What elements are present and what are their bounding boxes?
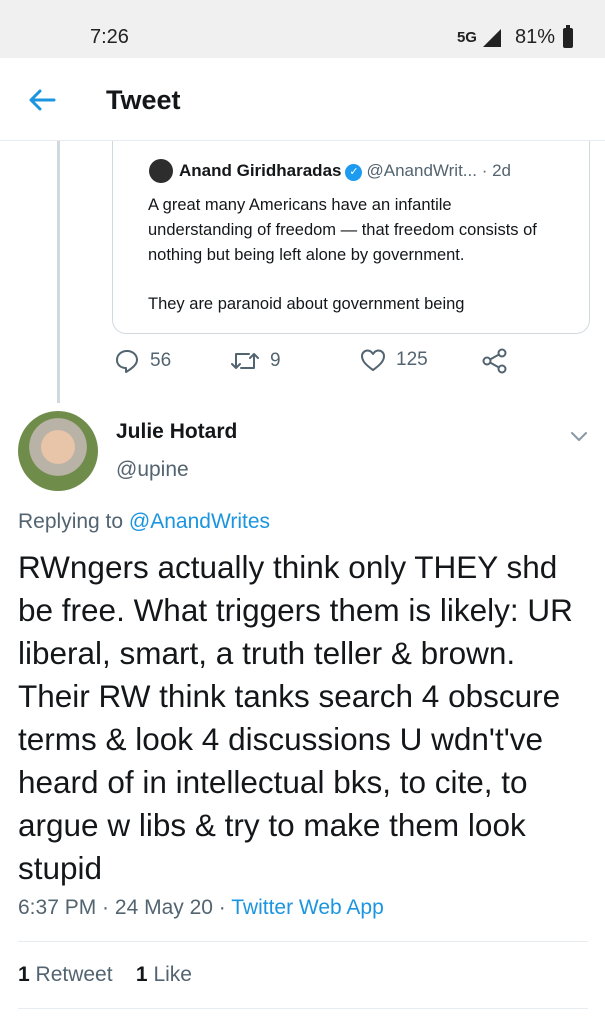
signal-icon	[482, 28, 501, 47]
tweet-text: RWngers actually think only THEY shd be …	[18, 549, 573, 886]
thread-connector	[57, 141, 60, 403]
engagement-counts: 1 Retweet 1 Like	[18, 963, 192, 987]
tweet-meta: 6:37 PM · 24 May 20 · Twitter Web App	[18, 896, 384, 919]
quoted-author-handle: @AnandWrit...	[366, 161, 477, 180]
reply-action[interactable]: 56	[114, 348, 171, 374]
replying-prefix: Replying to	[18, 510, 124, 533]
tweet-source-link[interactable]: Twitter Web App	[231, 896, 384, 919]
page-title: Tweet	[106, 85, 181, 115]
quoted-author-name: Anand Giridharadas	[179, 161, 342, 180]
verified-badge-icon: ✓	[345, 164, 363, 181]
likes-stat[interactable]: 1 Like	[136, 963, 192, 986]
author-name[interactable]: Julie Hotard	[116, 420, 237, 444]
share-icon	[482, 348, 507, 374]
chevron-down-icon	[571, 432, 587, 441]
quoted-tweet-age: · 2d	[481, 161, 511, 180]
back-button[interactable]	[26, 86, 58, 114]
retweet-action[interactable]: 9	[230, 348, 281, 374]
network-type: 5G	[456, 29, 477, 46]
quoted-tweet-card[interactable]: Anand Giridharadas ✓ @AnandWrit... · 2d A …	[112, 141, 590, 334]
reply-count: 56	[150, 350, 172, 371]
like-stat-label: Like	[153, 963, 192, 986]
like-count: 125	[396, 349, 428, 370]
quoted-header: Anand Giridharadas ✓ @AnandWrit... · 2d	[179, 161, 511, 181]
status-indicators: 5G 81%	[456, 24, 573, 49]
replying-to: Replying to @AnandWrites	[18, 510, 270, 534]
tweet-menu-button[interactable]	[568, 425, 590, 447]
battery-icon	[563, 24, 573, 48]
replying-to-link[interactable]: @AnandWrites	[129, 510, 270, 533]
quoted-paragraph: They are paranoid about government being	[148, 295, 465, 313]
retweet-stat-label: Retweet	[35, 963, 113, 986]
divider	[18, 1008, 588, 1009]
parent-tweet-actions: 56 9 125	[112, 348, 572, 382]
divider	[18, 941, 588, 942]
heart-icon	[361, 349, 385, 371]
quoted-paragraph: A great many Americans have an infantile…	[148, 196, 537, 264]
avatar[interactable]	[18, 411, 98, 491]
tweet-date: 24 May 20	[114, 896, 213, 919]
comment-icon	[116, 350, 138, 373]
status-time: 7:26	[90, 26, 129, 48]
share-action[interactable]	[482, 348, 508, 374]
quoted-avatar	[149, 159, 173, 183]
like-total: 1	[135, 963, 148, 986]
app-header: Tweet	[0, 58, 605, 141]
like-action[interactable]: 125	[360, 348, 428, 372]
battery-level: 81%	[514, 26, 555, 48]
author-handle[interactable]: @upine	[116, 458, 189, 482]
retweet-count: 9	[270, 350, 281, 371]
retweet-total: 1	[18, 963, 30, 986]
quoted-tweet-text: A great many Americans have an infantile…	[148, 193, 558, 333]
retweets-stat[interactable]: 1 Retweet	[18, 963, 113, 986]
tweet-time: 6:37 PM	[18, 896, 97, 919]
retweet-icon	[231, 353, 259, 369]
arrow-left-icon	[29, 89, 56, 111]
status-bar: 7:26 5G 81%	[0, 0, 605, 58]
